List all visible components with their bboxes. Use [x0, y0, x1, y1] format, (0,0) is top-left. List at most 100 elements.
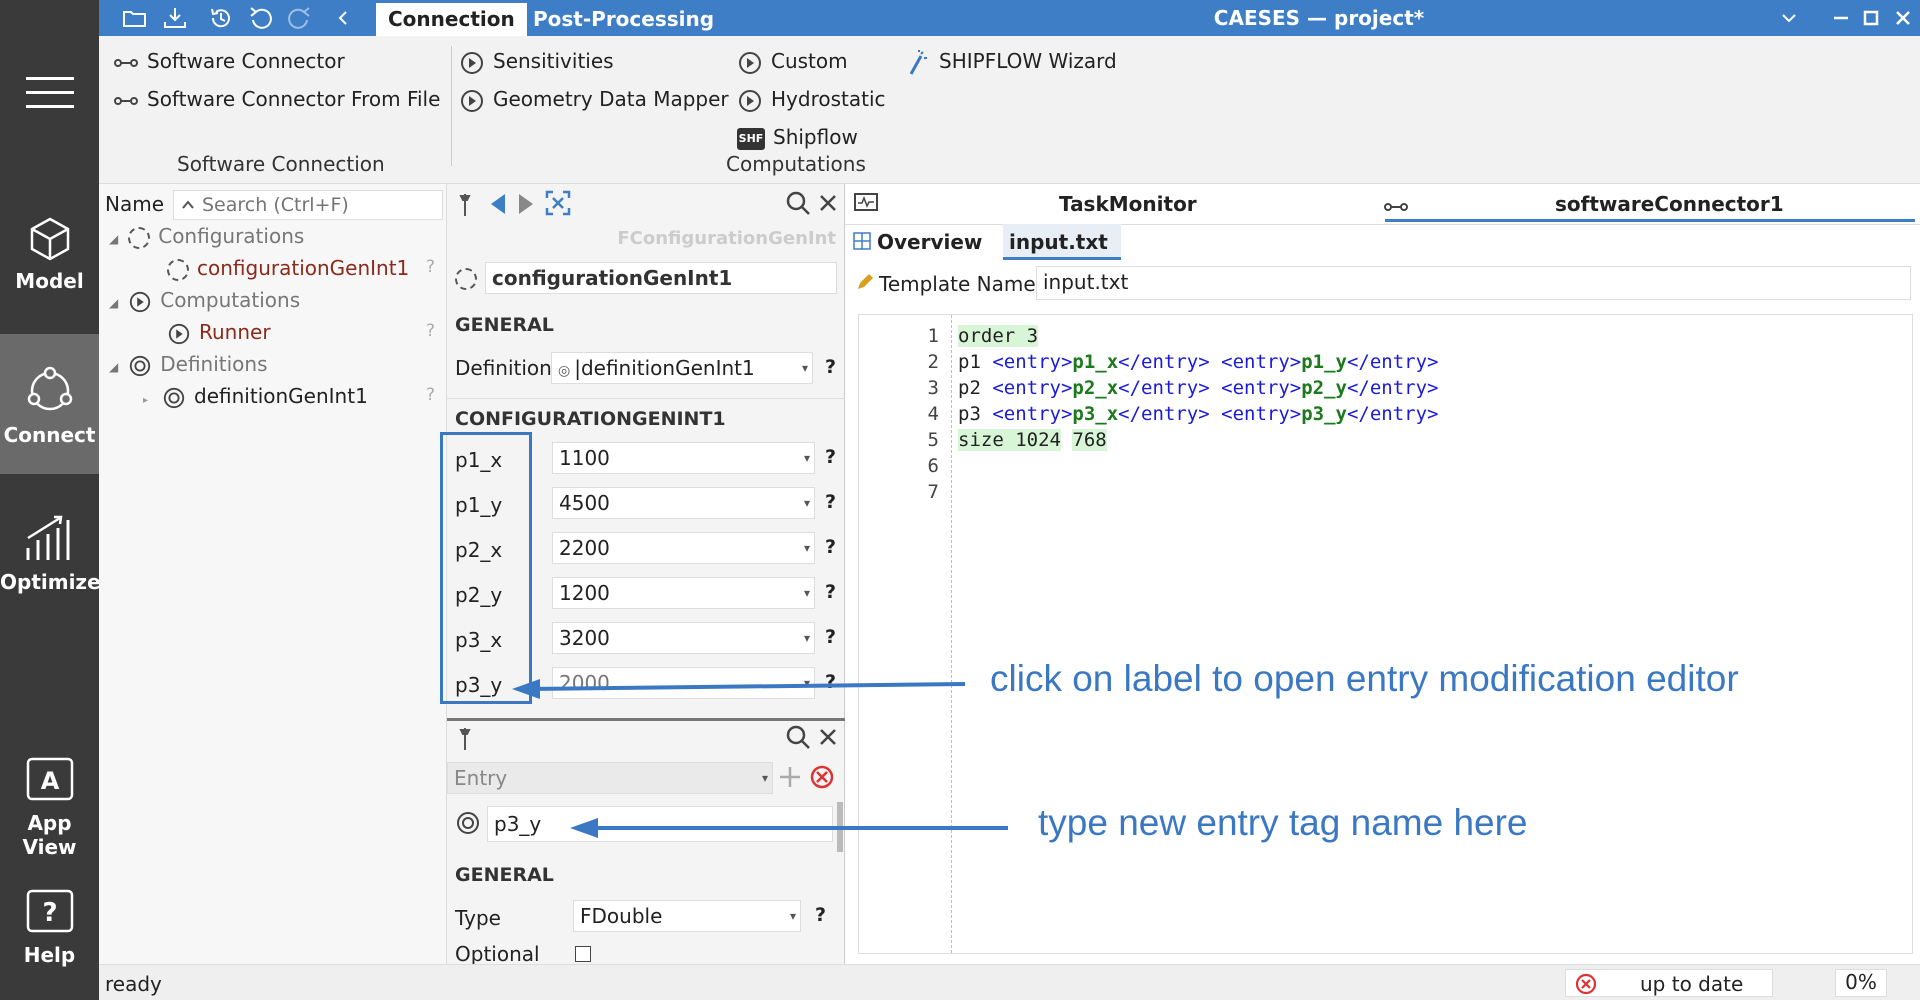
dashed-circle-icon	[128, 226, 151, 249]
tree-help-mark[interactable]: ?	[426, 385, 435, 405]
close-icon[interactable]	[1889, 4, 1917, 32]
param-help[interactable]: ?	[825, 581, 836, 603]
rail-help-button[interactable]: ? Help	[0, 889, 99, 967]
tree-node-definitions[interactable]: ◢ Definitions	[109, 350, 268, 378]
chevron-left-icon[interactable]	[329, 4, 357, 32]
sensitivities-button[interactable]: Sensitivities	[459, 46, 614, 76]
template-name-input[interactable]: input.txt	[1036, 266, 1911, 300]
param-input-p1-x[interactable]: 1100 ▾	[552, 442, 815, 474]
param-input-p3-y[interactable]: 2000 ▾	[552, 667, 815, 699]
close-icon[interactable]	[817, 726, 839, 748]
param-help[interactable]: ?	[825, 446, 836, 468]
dropdown-arrow-icon[interactable]: ▾	[762, 763, 768, 793]
undo-icon[interactable]	[247, 4, 275, 32]
tab-connection[interactable]: Connection	[376, 3, 527, 36]
definition-help[interactable]: ?	[825, 356, 836, 378]
chevron-up-icon[interactable]	[180, 197, 196, 213]
search-icon[interactable]	[785, 190, 811, 216]
param-input-p2-y[interactable]: 1200 ▾	[552, 577, 815, 609]
dropdown-arrow-icon[interactable]: ▾	[804, 488, 810, 518]
optional-label: Optional	[455, 942, 540, 964]
maximize-icon[interactable]	[1857, 4, 1885, 32]
param-help[interactable]: ?	[825, 491, 836, 513]
entry-type-select[interactable]: Entry ▾	[447, 762, 773, 794]
forward-arrow-icon[interactable]	[515, 192, 537, 216]
subtab-input-active[interactable]: input.txt	[1003, 224, 1121, 260]
entry-tag-input[interactable]: p3_y	[487, 806, 833, 842]
param-help[interactable]: ?	[825, 536, 836, 558]
back-arrow-icon[interactable]	[487, 192, 509, 216]
object-name-input[interactable]: configurationGenInt1	[485, 262, 837, 294]
add-icon[interactable]	[777, 764, 803, 790]
save-icon[interactable]	[161, 4, 189, 32]
expand-arrow-icon[interactable]: ◢	[109, 232, 118, 246]
expand-arrow-icon[interactable]: ◢	[109, 296, 118, 310]
search-icon[interactable]	[785, 724, 811, 750]
grid-icon	[853, 232, 871, 250]
minimize-icon[interactable]	[1827, 4, 1855, 32]
type-help[interactable]: ?	[815, 904, 826, 926]
custom-button[interactable]: Custom	[737, 46, 848, 76]
open-folder-icon[interactable]	[121, 4, 149, 32]
optional-checkbox[interactable]	[575, 946, 591, 962]
shipflow-button[interactable]: SHF Shipflow	[737, 122, 858, 152]
param-input-p3-x[interactable]: 3200 ▾	[552, 622, 815, 654]
splitter[interactable]	[447, 718, 845, 721]
definition-select[interactable]: ◎ |definitionGenInt1 ▾	[551, 352, 813, 384]
hydrostatic-button[interactable]: Hydrostatic	[737, 84, 886, 114]
tree-search-input[interactable]	[202, 193, 438, 217]
software-connector-from-file-button[interactable]: Software Connector From File	[113, 84, 440, 114]
dropdown-arrow-icon[interactable]: ▾	[804, 578, 810, 608]
dropdown-arrow-icon[interactable]: ▾	[790, 901, 796, 931]
rail-connect-button[interactable]: Connect	[0, 365, 99, 447]
software-connector-button[interactable]: Software Connector	[113, 46, 345, 76]
history-icon[interactable]	[207, 4, 235, 32]
dashed-circle-icon	[167, 258, 189, 281]
type-select[interactable]: FDouble ▾	[573, 900, 801, 932]
expand-arrow-icon[interactable]: ▸	[143, 395, 148, 406]
param-input-p2-x[interactable]: 2200 ▾	[552, 532, 815, 564]
param-input-p1-y[interactable]: 4500 ▾	[552, 487, 815, 519]
dropdown-arrow-icon[interactable]: ▾	[804, 443, 810, 473]
tab-post-processing[interactable]: Post-Processing	[521, 3, 726, 36]
dropdown-arrow-icon[interactable]: ▾	[804, 668, 810, 698]
tab-software-connector[interactable]: softwareConnector1	[1555, 192, 1784, 216]
template-editor[interactable]: 1 2 3 4 5 6 7 order 3 p1 <entry>p1_x</en…	[858, 314, 1913, 954]
redo-icon[interactable]	[285, 4, 313, 32]
dropdown-arrow-icon[interactable]: ▾	[804, 623, 810, 653]
tree-node-configurations[interactable]: ◢ Configurations	[109, 222, 304, 250]
fit-view-icon[interactable]	[545, 190, 571, 216]
dropdown-arrow-icon[interactable]: ▾	[804, 533, 810, 563]
rail-optimize-button[interactable]: Optimize	[0, 512, 101, 594]
tree-node-computations[interactable]: ◢ Computations	[109, 286, 300, 314]
pin-icon[interactable]	[455, 726, 475, 752]
pin-icon[interactable]	[455, 192, 475, 218]
rail-appview-button[interactable]: A App View	[0, 757, 99, 859]
subtab-overview[interactable]: Overview	[877, 230, 982, 254]
scrollbar-thumb[interactable]	[837, 802, 843, 852]
connector-icon	[114, 96, 138, 105]
status-bar: ready up to date 0%	[99, 964, 1920, 1000]
shipflow-wizard-button[interactable]: SHIPFLOW Wizard	[905, 46, 1117, 76]
tree-search-box[interactable]	[173, 190, 443, 220]
rail-model-button[interactable]: Model	[0, 215, 99, 293]
chevron-down-icon[interactable]	[1775, 4, 1803, 32]
tree-node-definition-item[interactable]: ▸ definitionGenInt1	[143, 382, 368, 410]
rail-optimize-label: Optimize	[0, 570, 101, 594]
hamburger-menu-icon[interactable]	[26, 75, 74, 115]
geometry-data-mapper-button[interactable]: Geometry Data Mapper	[459, 84, 729, 114]
tree-node-runner[interactable]: Runner	[167, 318, 271, 346]
tree-help-mark[interactable]: ?	[426, 257, 435, 277]
tab-taskmonitor[interactable]: TaskMonitor	[1059, 192, 1197, 216]
param-help[interactable]: ?	[825, 671, 836, 693]
status-state-box[interactable]: up to date	[1565, 969, 1773, 997]
remove-circle-icon[interactable]	[809, 764, 835, 790]
dropdown-arrow-icon[interactable]: ▾	[802, 353, 808, 383]
close-icon[interactable]	[817, 192, 839, 214]
help-icon: ?	[26, 889, 73, 933]
expand-arrow-icon[interactable]: ◢	[109, 360, 118, 374]
tree-help-mark[interactable]: ?	[426, 321, 435, 341]
target-circle-icon	[163, 387, 185, 408]
tree-node-configuration-item[interactable]: configurationGenInt1	[167, 254, 409, 282]
param-help[interactable]: ?	[825, 626, 836, 648]
